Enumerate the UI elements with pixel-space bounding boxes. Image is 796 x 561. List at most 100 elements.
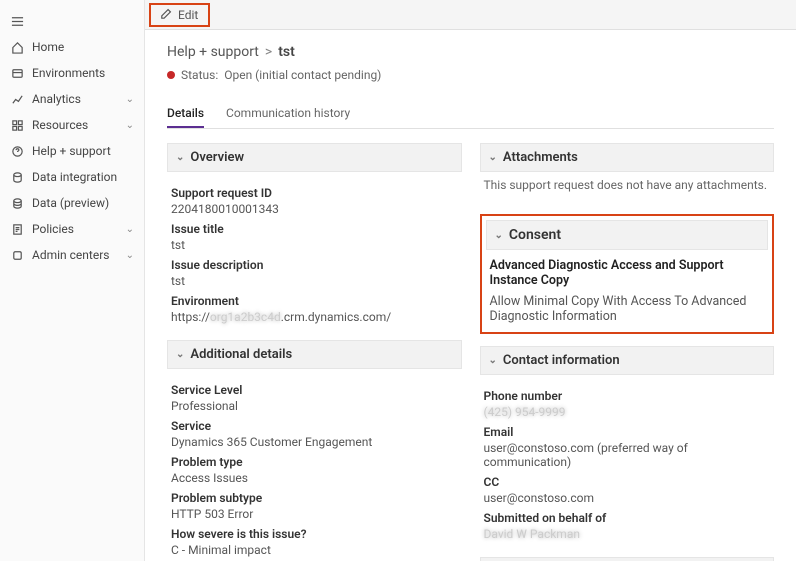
email-value: user@constoso.com (preferred way of comm… [484, 441, 771, 469]
section-additional-details: ⌄ Additional details Service Level Profe… [167, 340, 462, 561]
section-header-contact[interactable]: ⌄ Contact information [480, 346, 775, 375]
section-attachments: ⌄ Attachments This support request does … [480, 143, 775, 202]
content: Help + support > tst Status: Open (initi… [145, 30, 796, 561]
sidebar-item-label: Policies [32, 222, 74, 236]
sidebar-item-data-integration[interactable]: Data integration [0, 164, 144, 190]
breadcrumb: Help + support > tst [167, 44, 774, 60]
section-header-additional[interactable]: ⌄ Additional details [167, 340, 462, 369]
sidebar-item-analytics[interactable]: Analytics ⌄ [0, 86, 144, 112]
submitted-label: Submitted on behalf of [484, 511, 771, 525]
right-column: ⌄ Attachments This support request does … [480, 143, 775, 561]
service-label: Service [171, 419, 458, 433]
email-label: Email [484, 425, 771, 439]
left-column: ⌄ Overview Support request ID 2204180010… [167, 143, 462, 561]
admin-centers-icon [10, 248, 24, 262]
tab-details[interactable]: Details [167, 100, 204, 128]
severity-label: How severe is this issue? [171, 527, 458, 541]
attachments-empty-text: This support request does not have any a… [480, 172, 775, 202]
consent-heading: Advanced Diagnostic Access and Support I… [490, 258, 765, 288]
sidebar-item-label: Home [32, 40, 64, 54]
tab-communication-history[interactable]: Communication history [226, 100, 350, 128]
section-header-overview[interactable]: ⌄ Overview [167, 143, 462, 172]
edit-button[interactable]: Edit [149, 3, 210, 27]
issue-title-value: tst [171, 238, 458, 252]
section-header-request[interactable]: ⌄ Request details [480, 557, 775, 561]
chevron-down-icon: ⌄ [489, 355, 497, 366]
sidebar-item-label: Resources [32, 118, 88, 132]
chevron-down-icon: ⌄ [176, 152, 184, 163]
chevron-down-icon: ⌄ [126, 94, 134, 105]
service-value: Dynamics 365 Customer Engagement [171, 435, 458, 449]
environments-icon [10, 66, 24, 80]
problem-type-label: Problem type [171, 455, 458, 469]
sidebar-item-help-support[interactable]: Help + support [0, 138, 144, 164]
support-id-label: Support request ID [171, 186, 458, 200]
support-id-value: 2204180010001343 [171, 202, 458, 216]
consent-text: Allow Minimal Copy With Access To Advanc… [490, 294, 765, 324]
phone-label: Phone number [484, 389, 771, 403]
status-row: Status: Open (initial contact pending) [167, 68, 774, 82]
chevron-down-icon: ⌄ [126, 224, 134, 235]
analytics-icon [10, 92, 24, 106]
service-level-value: Professional [171, 399, 458, 413]
sidebar-item-label: Data (preview) [32, 196, 109, 210]
sidebar-item-label: Data integration [32, 170, 117, 184]
home-icon [10, 40, 24, 54]
tabs: Details Communication history [167, 100, 774, 129]
section-header-consent[interactable]: ⌄ Consent [486, 220, 769, 250]
submitted-value: David W Packman [484, 527, 771, 541]
env-value: https://org1a2b3c4d.crm.dynamics.com/ [171, 310, 458, 324]
cc-value: user@constoso.com [484, 491, 771, 505]
sidebar-hamburger[interactable] [0, 8, 144, 34]
data-integration-icon [10, 170, 24, 184]
chevron-down-icon: ⌄ [126, 120, 134, 131]
edit-label: Edit [178, 8, 198, 22]
status-dot-icon [167, 71, 175, 79]
sidebar: Home Environments Analytics ⌄ Resources … [0, 0, 145, 561]
section-request-details: ⌄ Request details Created 04/18/2022 10:… [480, 557, 775, 561]
section-title: Overview [190, 150, 244, 165]
menu-icon [10, 14, 24, 28]
section-consent-highlighted: ⌄ Consent Advanced Diagnostic Access and… [480, 214, 775, 334]
cc-label: CC [484, 475, 771, 489]
issue-title-label: Issue title [171, 222, 458, 236]
data-preview-icon [10, 196, 24, 210]
section-title: Additional details [190, 347, 292, 362]
main-area: Edit Help + support > tst Status: Open (… [145, 0, 796, 561]
issue-desc-value: tst [171, 274, 458, 288]
section-header-attachments[interactable]: ⌄ Attachments [480, 143, 775, 172]
sidebar-item-label: Help + support [32, 144, 111, 158]
phone-value: (425) 954-9999 [484, 405, 771, 419]
sidebar-item-admin-centers[interactable]: Admin centers ⌄ [0, 242, 144, 268]
issue-desc-label: Issue description [171, 258, 458, 272]
section-title: Contact information [503, 353, 620, 368]
problem-type-value: Access Issues [171, 471, 458, 485]
section-overview: ⌄ Overview Support request ID 2204180010… [167, 143, 462, 328]
section-title: Consent [509, 227, 561, 243]
help-icon [10, 144, 24, 158]
problem-subtype-label: Problem subtype [171, 491, 458, 505]
chevron-down-icon: ⌄ [495, 230, 503, 241]
service-level-label: Service Level [171, 383, 458, 397]
section-title: Attachments [503, 150, 578, 165]
section-contact: ⌄ Contact information Phone number (425)… [480, 346, 775, 545]
breadcrumb-parent[interactable]: Help + support [167, 44, 259, 60]
severity-value: C - Minimal impact [171, 543, 458, 557]
sidebar-item-policies[interactable]: Policies ⌄ [0, 216, 144, 242]
env-obscured: org1a2b3c4d [210, 310, 281, 324]
sidebar-item-home[interactable]: Home [0, 34, 144, 60]
edit-icon [161, 8, 172, 22]
toolbar: Edit [145, 0, 796, 30]
breadcrumb-current: tst [278, 44, 295, 60]
sidebar-item-label: Environments [32, 66, 105, 80]
env-label: Environment [171, 294, 458, 308]
sidebar-item-environments[interactable]: Environments [0, 60, 144, 86]
sidebar-item-label: Analytics [32, 92, 81, 106]
resources-icon [10, 118, 24, 132]
sidebar-item-data-preview[interactable]: Data (preview) [0, 190, 144, 216]
chevron-down-icon: ⌄ [176, 349, 184, 360]
breadcrumb-sep: > [265, 44, 272, 60]
sidebar-item-label: Admin centers [32, 248, 109, 262]
sidebar-item-resources[interactable]: Resources ⌄ [0, 112, 144, 138]
status-value: Open (initial contact pending) [224, 68, 381, 82]
